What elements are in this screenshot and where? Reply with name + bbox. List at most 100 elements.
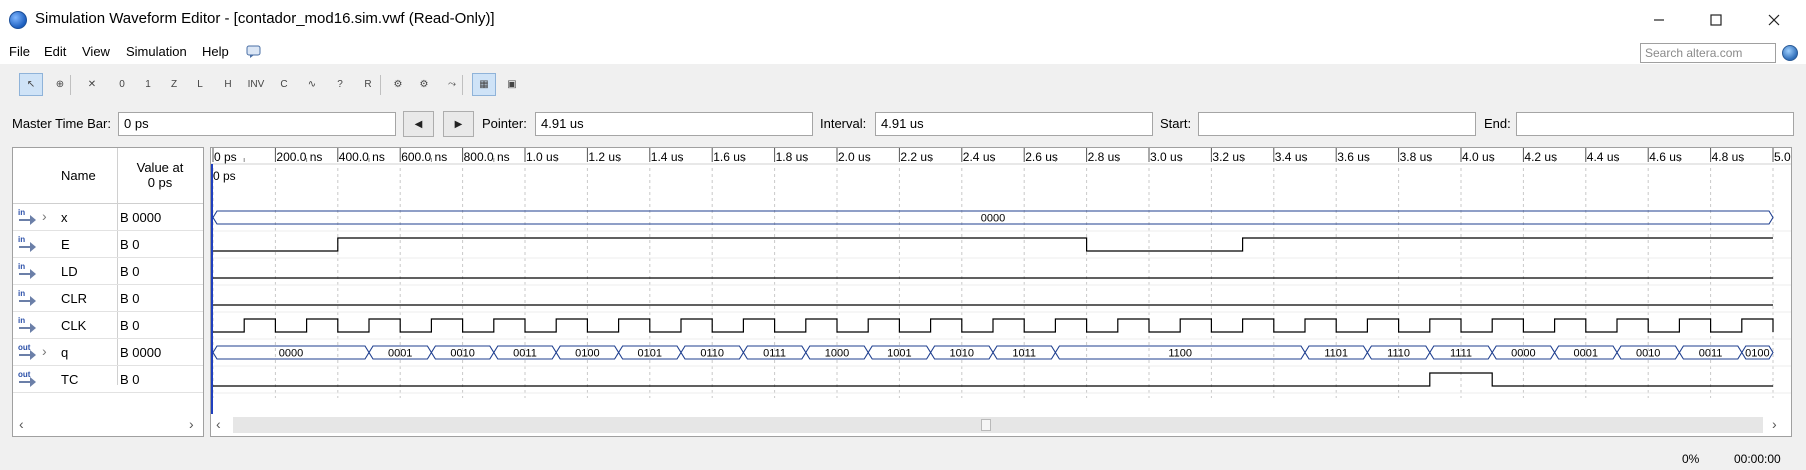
bus-value-label: 0011	[1699, 348, 1723, 360]
start-label: Start:	[1160, 116, 1192, 131]
signal-value: B 0	[120, 372, 140, 387]
scroll-thumb[interactable]	[981, 419, 991, 431]
output-pin-icon: out	[18, 370, 36, 388]
app-icon	[9, 11, 27, 29]
arrow-left-icon: ◀	[414, 118, 423, 130]
functional-simulation-button[interactable]: ⚙	[386, 73, 410, 96]
expand-chevron-icon[interactable]: ›	[42, 208, 47, 224]
signal-value: B 0	[120, 264, 140, 279]
waveform-panel[interactable]: 0 ps 200.0 ns 400.0 ns 600.0 ns 800.0 ns 1.0 …	[210, 147, 1792, 437]
waveform-canvas[interactable]: 0 ps 200.0 ns 400.0 ns 600.0 ns 800.0 ns 1.0 …	[211, 148, 1791, 414]
high-impedance-button[interactable]: Z	[162, 73, 186, 96]
signal-row-e[interactable]: in E B 0	[13, 231, 203, 258]
minimize-button[interactable]	[1631, 0, 1687, 40]
toolbar-separator	[380, 75, 381, 95]
pin-direction: in	[18, 208, 26, 217]
previous-transition-button[interactable]: ◀	[403, 111, 434, 137]
weak-low-button[interactable]: L	[188, 73, 212, 96]
signal-row-x[interactable]: in › x B 0000	[13, 204, 203, 231]
pin-direction: in	[18, 235, 26, 244]
zoom-tool-button[interactable]: ⊕	[48, 73, 72, 96]
clock-value-button[interactable]: ∿	[300, 73, 324, 96]
menu-view[interactable]: View	[82, 44, 110, 59]
arbitrary-value-icon: ?	[337, 79, 343, 90]
signal-row-tc[interactable]: out TC B 0	[13, 366, 203, 393]
menu-help[interactable]: Help	[202, 44, 229, 59]
signal-row-clk[interactable]: in CLK B 0	[13, 312, 203, 339]
chat-bubble-icon[interactable]	[246, 45, 262, 59]
wave-q: 0000 0001 0010 0011 0100 0101 0110 0111 1000 1001…	[212, 345, 1774, 360]
scroll-left-icon[interactable]: ‹	[216, 416, 221, 432]
value-header-line1: Value at	[136, 160, 184, 175]
pointer-tool-button[interactable]: ↖	[19, 73, 43, 96]
interval-label: Interval:	[820, 116, 867, 131]
input-pin-icon: in	[18, 289, 36, 307]
ruler-tick-label: 3.6 us	[1337, 150, 1370, 164]
search-input[interactable]: Search altera.com	[1640, 43, 1776, 63]
globe-icon[interactable]	[1782, 45, 1798, 61]
snap-to-grid-button[interactable]: ▦	[472, 73, 496, 96]
master-time-bar-field[interactable]: 0 ps	[118, 112, 396, 136]
signal-name: LD	[61, 264, 78, 279]
names-header: Name Value at 0 ps	[13, 148, 203, 204]
arbitrary-value-button[interactable]: ?	[328, 73, 352, 96]
start-field[interactable]	[1198, 112, 1476, 136]
signal-row-ld[interactable]: in LD B 0	[13, 258, 203, 285]
pointer-field[interactable]: 4.91 us	[535, 112, 813, 136]
value-column-header[interactable]: Value at 0 ps	[117, 160, 203, 190]
ruler-tick-label: 0 ps	[214, 150, 237, 164]
bus-value-label: 0001	[388, 348, 412, 360]
menu-simulation[interactable]: Simulation	[126, 44, 187, 59]
ruler-tick-label: 2.8 us	[1088, 150, 1121, 164]
input-pin-icon: in	[18, 262, 36, 280]
scroll-right-icon[interactable]: ›	[189, 416, 194, 432]
menu-file[interactable]: File	[9, 44, 30, 59]
force-high-button[interactable]: 1	[136, 73, 160, 96]
ruler-tick-label: 3.4 us	[1275, 150, 1308, 164]
waveform-scrollbar[interactable]: ‹ ›	[211, 414, 1791, 436]
bus-value-label: 1000	[825, 348, 849, 360]
ruler-tick-label: 3.8 us	[1400, 150, 1433, 164]
ruler-tick-label: 1.2 us	[588, 150, 621, 164]
timing-netlist-icon: ⤳	[448, 79, 456, 90]
expand-chevron-icon[interactable]: ›	[42, 343, 47, 359]
bus-value-label: 0101	[638, 348, 662, 360]
pin-direction: in	[18, 316, 26, 325]
force-low-button[interactable]: 0	[110, 73, 134, 96]
scroll-track[interactable]	[233, 417, 1763, 433]
pin-arrow	[30, 350, 36, 360]
value-header-line2: 0 ps	[147, 175, 173, 190]
ruler-tick-label: 5.0 us	[1774, 150, 1791, 164]
signal-name: CLR	[61, 291, 88, 306]
grid-settings-button[interactable]: ▣	[500, 73, 524, 96]
names-scrollbar[interactable]: ‹ ›	[13, 414, 203, 436]
ruler-tick-label: 2.6 us	[1025, 150, 1058, 164]
count-value-button[interactable]: C	[272, 73, 296, 96]
maximize-button[interactable]	[1688, 0, 1744, 40]
menu-edit[interactable]: Edit	[44, 44, 66, 59]
high-impedance-icon: Z	[170, 79, 178, 90]
pin-arrow	[30, 377, 36, 387]
timing-netlist-button[interactable]: ⤳	[440, 73, 464, 96]
random-value-button[interactable]: R	[356, 73, 380, 96]
unknown-value-button[interactable]: ✕	[80, 73, 104, 96]
scroll-left-icon[interactable]: ‹	[19, 416, 24, 432]
input-pin-icon: in	[18, 235, 36, 253]
signal-row-q[interactable]: out › q B 0000	[13, 339, 203, 366]
close-button[interactable]	[1746, 0, 1802, 40]
ruler-tick-label: 3.0 us	[1150, 150, 1183, 164]
ruler-tick-label: 2.2 us	[900, 150, 933, 164]
signal-row-clr[interactable]: in CLR B 0	[13, 285, 203, 312]
next-transition-button[interactable]: ▶	[443, 111, 474, 137]
wave-x: 0000	[212, 210, 1774, 225]
bus-value-label: 1101	[1324, 348, 1348, 360]
bus-value-label: 0110	[700, 348, 724, 360]
scroll-right-icon[interactable]: ›	[1772, 416, 1777, 432]
end-field[interactable]	[1516, 112, 1794, 136]
pin-direction: in	[18, 262, 26, 271]
name-column-header[interactable]: Name	[61, 168, 96, 183]
weak-high-button[interactable]: H	[216, 73, 240, 96]
timing-simulation-button[interactable]: ⚙	[412, 73, 436, 96]
interval-field[interactable]: 4.91 us	[875, 112, 1153, 136]
invert-button[interactable]: INV	[244, 73, 268, 96]
